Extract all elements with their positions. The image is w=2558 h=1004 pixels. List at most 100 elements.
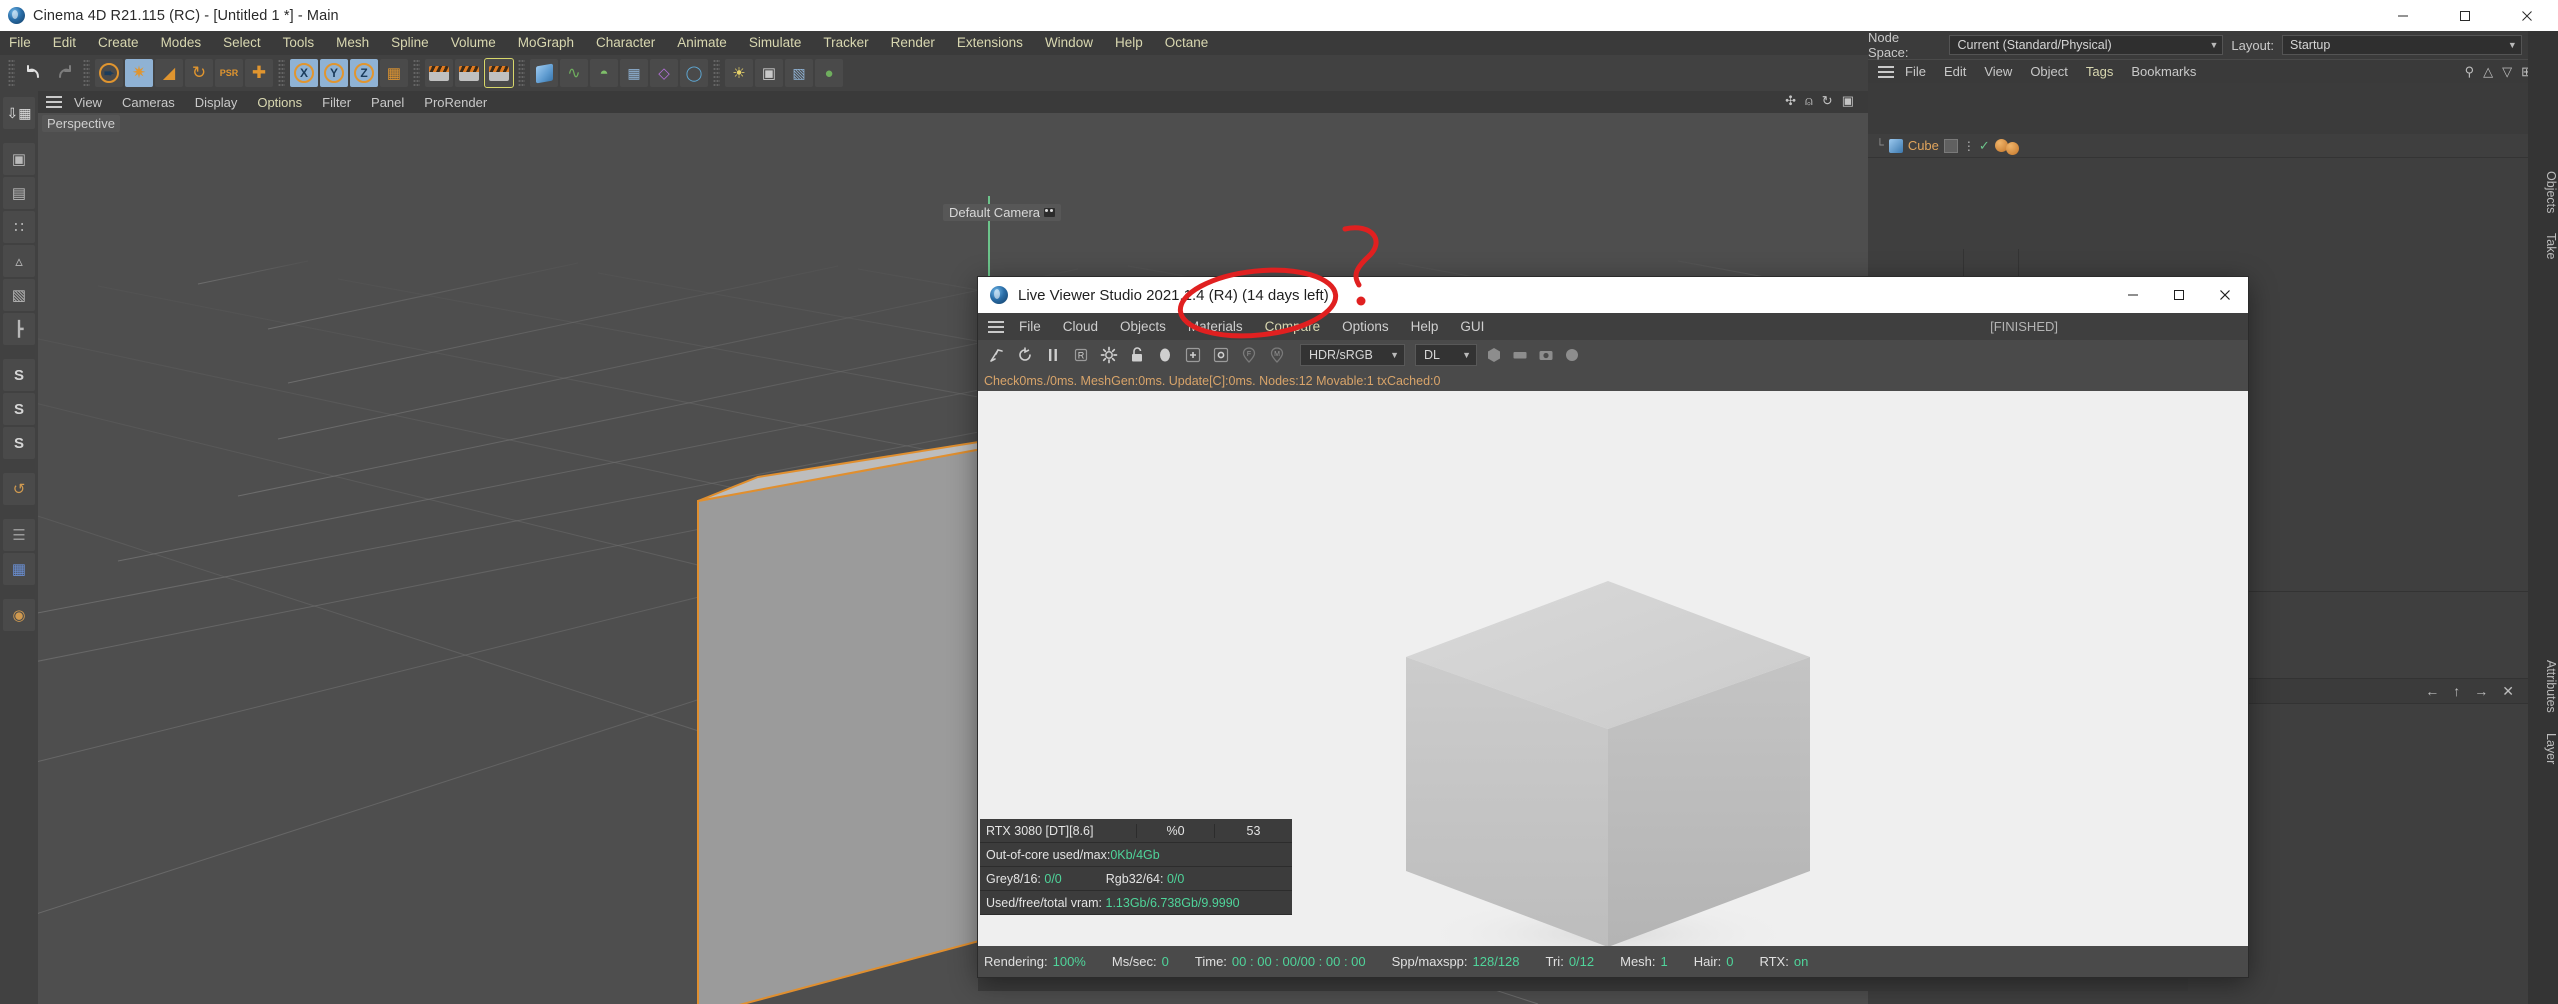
toolbar-grip-6[interactable] (713, 59, 720, 87)
objects-menu-edit[interactable]: Edit (1935, 64, 1975, 79)
viewport-menu-view[interactable]: View (64, 95, 112, 110)
viewport-menu-display[interactable]: Display (185, 95, 248, 110)
move-tool[interactable]: ✷ (125, 59, 153, 87)
search-icon[interactable]: ⚲ (2465, 64, 2475, 80)
swatch-camera-icon[interactable] (1537, 346, 1555, 364)
viewport-solo-tool[interactable]: ↺ (3, 473, 35, 505)
side-tab-layer[interactable]: Layer (2528, 723, 2558, 774)
toolbar-grip-2[interactable] (83, 59, 90, 87)
menu-help[interactable]: Help (1104, 31, 1154, 55)
live-selection-tool[interactable]: ➨ (95, 59, 123, 87)
material-picker-icon[interactable]: M (1264, 343, 1290, 367)
layout-select[interactable]: Startup ▼ (2282, 35, 2522, 55)
workplane-tool[interactable]: ┣ (3, 313, 35, 345)
deform-tool[interactable]: ▦ (3, 553, 35, 585)
layer-tool[interactable]: ☰ (3, 519, 35, 551)
maximize-view-icon[interactable]: ▣ (1842, 93, 1854, 109)
viewport-menu-filter[interactable]: Filter (312, 95, 361, 110)
swatch-rect-icon[interactable] (1511, 346, 1529, 364)
coordinate-system-toggle[interactable]: ▦ (380, 59, 408, 87)
pause-icon[interactable] (1040, 343, 1066, 367)
redo-button[interactable] (50, 59, 78, 87)
toolbar-grip-3[interactable] (278, 59, 285, 87)
rotate-tool[interactable]: ↻ (185, 59, 213, 87)
menu-extensions[interactable]: Extensions (946, 31, 1034, 55)
menu-mograph[interactable]: MoGraph (507, 31, 585, 55)
maximize-button[interactable] (2434, 0, 2496, 31)
points-mode-tool[interactable]: ∷ (3, 211, 35, 243)
up-arrow-icon[interactable]: ↑ (2453, 683, 2460, 699)
viewport-menu-panel[interactable]: Panel (361, 95, 414, 110)
add-nurbs-button[interactable]: ◓ (590, 59, 618, 87)
lv-menu-compare[interactable]: Compare (1254, 319, 1332, 334)
edges-mode-tool[interactable]: ▵ (3, 245, 35, 277)
menu-animate[interactable]: Animate (666, 31, 738, 55)
side-tab-take[interactable]: Take (2528, 223, 2558, 269)
add-cube-button[interactable] (530, 59, 558, 87)
viewport-menu-icon[interactable] (46, 96, 62, 108)
undo-button[interactable] (20, 59, 48, 87)
objects-menu-file[interactable]: File (1896, 64, 1935, 79)
menu-octane[interactable]: Octane (1154, 31, 1220, 55)
menu-spline[interactable]: Spline (380, 31, 440, 55)
menu-volume[interactable]: Volume (440, 31, 507, 55)
lv-menu-file[interactable]: File (1008, 319, 1052, 334)
live-viewer-close-button[interactable] (2202, 277, 2248, 313)
objects-menu-view[interactable]: View (1975, 64, 2021, 79)
menu-window[interactable]: Window (1034, 31, 1104, 55)
y-axis-lock[interactable]: Y (320, 59, 348, 87)
toolbar-grip[interactable] (8, 59, 15, 87)
swatch-hex-icon[interactable] (1485, 346, 1503, 364)
make-editable-tool[interactable]: ⇩▦ (3, 97, 35, 129)
tonemap-select[interactable]: HDR/sRGB ▼ (1300, 344, 1405, 366)
forward-arrow-icon[interactable]: → (2474, 683, 2488, 699)
side-tab-objects[interactable]: Objects (2528, 161, 2558, 223)
live-viewer-render-canvas[interactable]: RTX 3080 [DT][8.6] %0 53 Out-of-core use… (978, 391, 2248, 946)
add-light-button[interactable]: ☀ (725, 59, 753, 87)
close-icon[interactable]: ✕ (2502, 683, 2514, 700)
add-floor-button[interactable]: ▧ (785, 59, 813, 87)
toolbar-grip-5[interactable] (518, 59, 525, 87)
viewport-menu-options[interactable]: Options (247, 95, 312, 110)
enabled-check-icon[interactable]: ✓ (1979, 138, 1990, 154)
lv-menu-gui[interactable]: GUI (1449, 319, 1495, 334)
menu-mesh[interactable]: Mesh (325, 31, 380, 55)
pan-view-icon[interactable]: ✣ (1785, 93, 1796, 109)
minimize-button[interactable] (2372, 0, 2434, 31)
add-object-icon[interactable] (1180, 343, 1206, 367)
visibility-dots-icon[interactable]: ⋮ (1963, 139, 1975, 153)
region-render-icon[interactable]: R (1068, 343, 1094, 367)
enable-axis-tool[interactable]: S (3, 359, 35, 391)
lock-resolution-icon[interactable] (1124, 343, 1150, 367)
object-outline-icon[interactable] (1208, 343, 1234, 367)
add-spline-button[interactable]: ∿ (560, 59, 588, 87)
object-row-cube[interactable]: └ Cube ⋮ ✓ (1868, 134, 2528, 158)
filter-icon[interactable]: ▽ (2502, 64, 2512, 80)
render-view-button[interactable] (425, 59, 453, 87)
menu-render[interactable]: Render (880, 31, 946, 55)
kernel-select[interactable]: DL ▼ (1415, 344, 1477, 366)
scale-tool[interactable]: ◢ (155, 59, 183, 87)
add-null-button[interactable]: ● (815, 59, 843, 87)
refresh-icon[interactable] (1012, 343, 1038, 367)
lv-menu-options[interactable]: Options (1331, 319, 1400, 334)
zoom-view-icon[interactable]: ⍝ (1805, 93, 1813, 109)
objects-menu-object[interactable]: Object (2021, 64, 2077, 79)
close-button[interactable] (2496, 0, 2558, 31)
lv-menu-help[interactable]: Help (1400, 319, 1450, 334)
psr-tool[interactable]: PSR (215, 59, 243, 87)
menu-simulate[interactable]: Simulate (738, 31, 813, 55)
render-settings-button[interactable] (484, 58, 514, 88)
restart-render-icon[interactable] (984, 343, 1010, 367)
menu-tracker[interactable]: Tracker (812, 31, 879, 55)
x-axis-lock[interactable]: X (290, 59, 318, 87)
enable-snap-tool[interactable]: S (3, 393, 35, 425)
live-viewer-minimize-button[interactable] (2110, 277, 2156, 313)
add-deformer-button[interactable]: ◇ (650, 59, 678, 87)
render-picture-viewer-button[interactable] (455, 59, 483, 87)
live-viewer-dialog[interactable]: Live Viewer Studio 2021.1.4 (R4) (14 day… (978, 277, 2248, 977)
home-icon[interactable]: △ (2483, 64, 2493, 80)
render-settings-gear-icon[interactable] (1096, 343, 1122, 367)
menu-create[interactable]: Create (87, 31, 150, 55)
live-viewer-maximize-button[interactable] (2156, 277, 2202, 313)
